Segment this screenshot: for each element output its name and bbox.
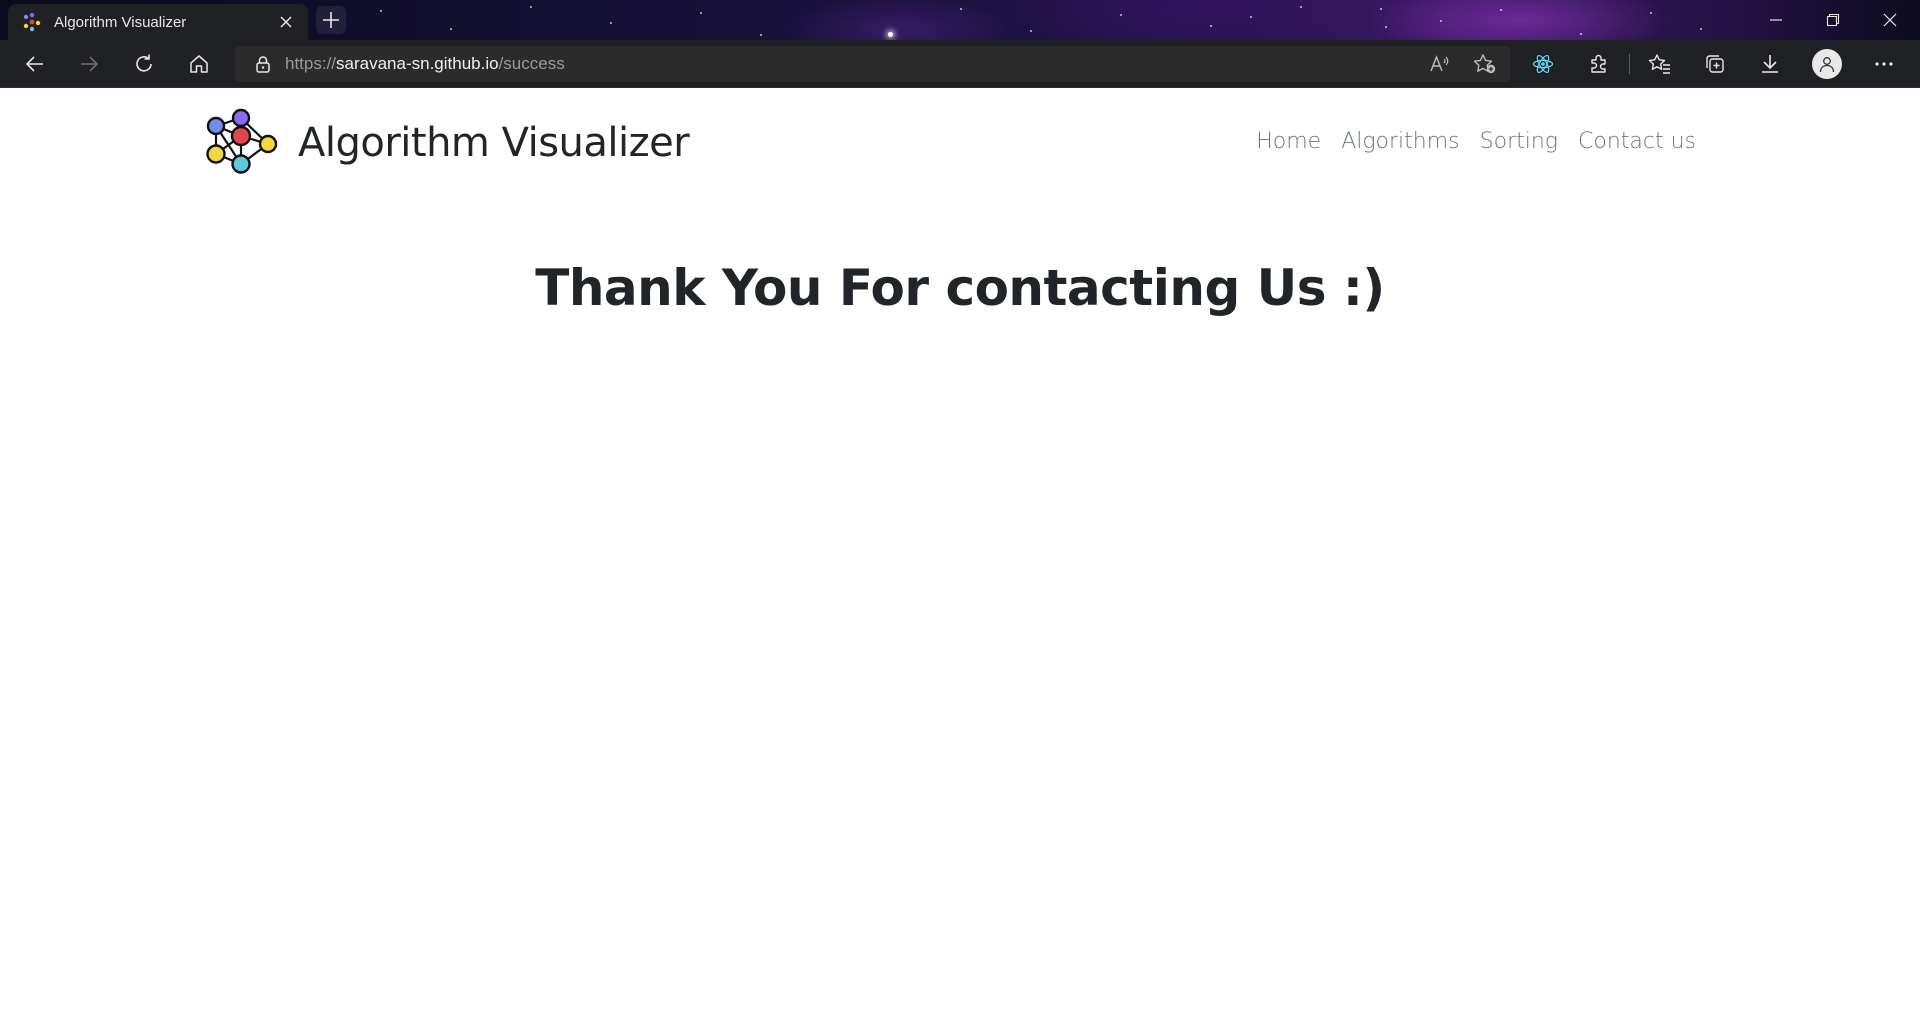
more-button[interactable] bbox=[1866, 48, 1902, 80]
restore-icon bbox=[1826, 13, 1840, 27]
tab-title: Algorithm Visualizer bbox=[54, 13, 187, 31]
url-scheme: https:// bbox=[285, 54, 337, 73]
collections-button[interactable] bbox=[1697, 48, 1733, 80]
downloads-icon bbox=[1762, 55, 1778, 73]
add-favorite-button[interactable] bbox=[1467, 48, 1503, 80]
profile-button[interactable] bbox=[1812, 49, 1842, 79]
forward-button[interactable] bbox=[71, 48, 107, 80]
read-aloud-button[interactable] bbox=[1422, 48, 1458, 80]
back-button[interactable] bbox=[17, 48, 53, 80]
favorites-icon bbox=[1648, 54, 1670, 74]
more-icon bbox=[1875, 62, 1893, 66]
nav-link-sorting[interactable]: Sorting bbox=[1470, 129, 1568, 154]
brand-link[interactable]: Algorithm Visualizer bbox=[204, 106, 690, 180]
nav-link-contact-us[interactable]: Contact us bbox=[1568, 129, 1706, 154]
favorites-button[interactable] bbox=[1642, 48, 1678, 80]
plus-icon bbox=[323, 12, 339, 28]
web-page: Algorithm Visualizer Home Algorithms Sor… bbox=[0, 89, 1920, 1020]
lock-icon[interactable] bbox=[243, 55, 283, 73]
window-close-button[interactable] bbox=[1862, 0, 1918, 40]
url-path: /success bbox=[498, 54, 565, 73]
forward-icon bbox=[81, 56, 99, 72]
nav-link-home[interactable]: Home bbox=[1246, 129, 1331, 154]
add-favorite-icon bbox=[1473, 54, 1496, 74]
read-aloud-icon bbox=[1430, 55, 1449, 72]
extensions-icon bbox=[1591, 54, 1606, 73]
toolbar-separator bbox=[1629, 54, 1630, 74]
nav-links: Home Algorithms Sorting Contact us bbox=[1246, 129, 1706, 154]
url-text: https://saravana-sn.github.io/success bbox=[285, 54, 565, 74]
restore-button[interactable] bbox=[1805, 0, 1861, 40]
new-tab-button[interactable] bbox=[316, 6, 346, 34]
refresh-button[interactable] bbox=[126, 48, 162, 80]
tab-favicon-icon bbox=[23, 12, 41, 32]
browser-tab[interactable]: Algorithm Visualizer bbox=[8, 4, 308, 40]
collections-icon bbox=[1706, 55, 1724, 73]
back-icon bbox=[25, 56, 43, 72]
profile-icon bbox=[1819, 57, 1835, 73]
nav-link-algorithms[interactable]: Algorithms bbox=[1331, 129, 1469, 154]
thank-you-heading: Thank You For contacting Us :) bbox=[535, 259, 1385, 317]
minimize-button[interactable] bbox=[1748, 0, 1804, 40]
downloads-button[interactable] bbox=[1752, 48, 1788, 80]
refresh-icon bbox=[136, 54, 152, 72]
url-host: saravana-sn.github.io bbox=[336, 54, 499, 73]
browser-toolbar: https://saravana-sn.github.io/success bbox=[0, 40, 1920, 88]
close-icon bbox=[1883, 13, 1897, 27]
site-navbar: Algorithm Visualizer Home Algorithms Sor… bbox=[0, 89, 1920, 199]
network-graph-logo-icon bbox=[206, 108, 278, 174]
react-devtools-icon bbox=[1532, 54, 1554, 74]
react-devtools-button[interactable] bbox=[1525, 48, 1561, 80]
home-icon bbox=[190, 55, 208, 73]
address-bar[interactable]: https://saravana-sn.github.io/success bbox=[235, 46, 1510, 82]
extensions-button[interactable] bbox=[1581, 48, 1617, 80]
tab-close-icon[interactable] bbox=[276, 12, 296, 32]
minimize-icon bbox=[1770, 19, 1782, 21]
browser-titlebar: Algorithm Visualizer bbox=[0, 0, 1920, 40]
home-button[interactable] bbox=[181, 48, 217, 80]
brand-name[interactable]: Algorithm Visualizer bbox=[298, 120, 690, 166]
